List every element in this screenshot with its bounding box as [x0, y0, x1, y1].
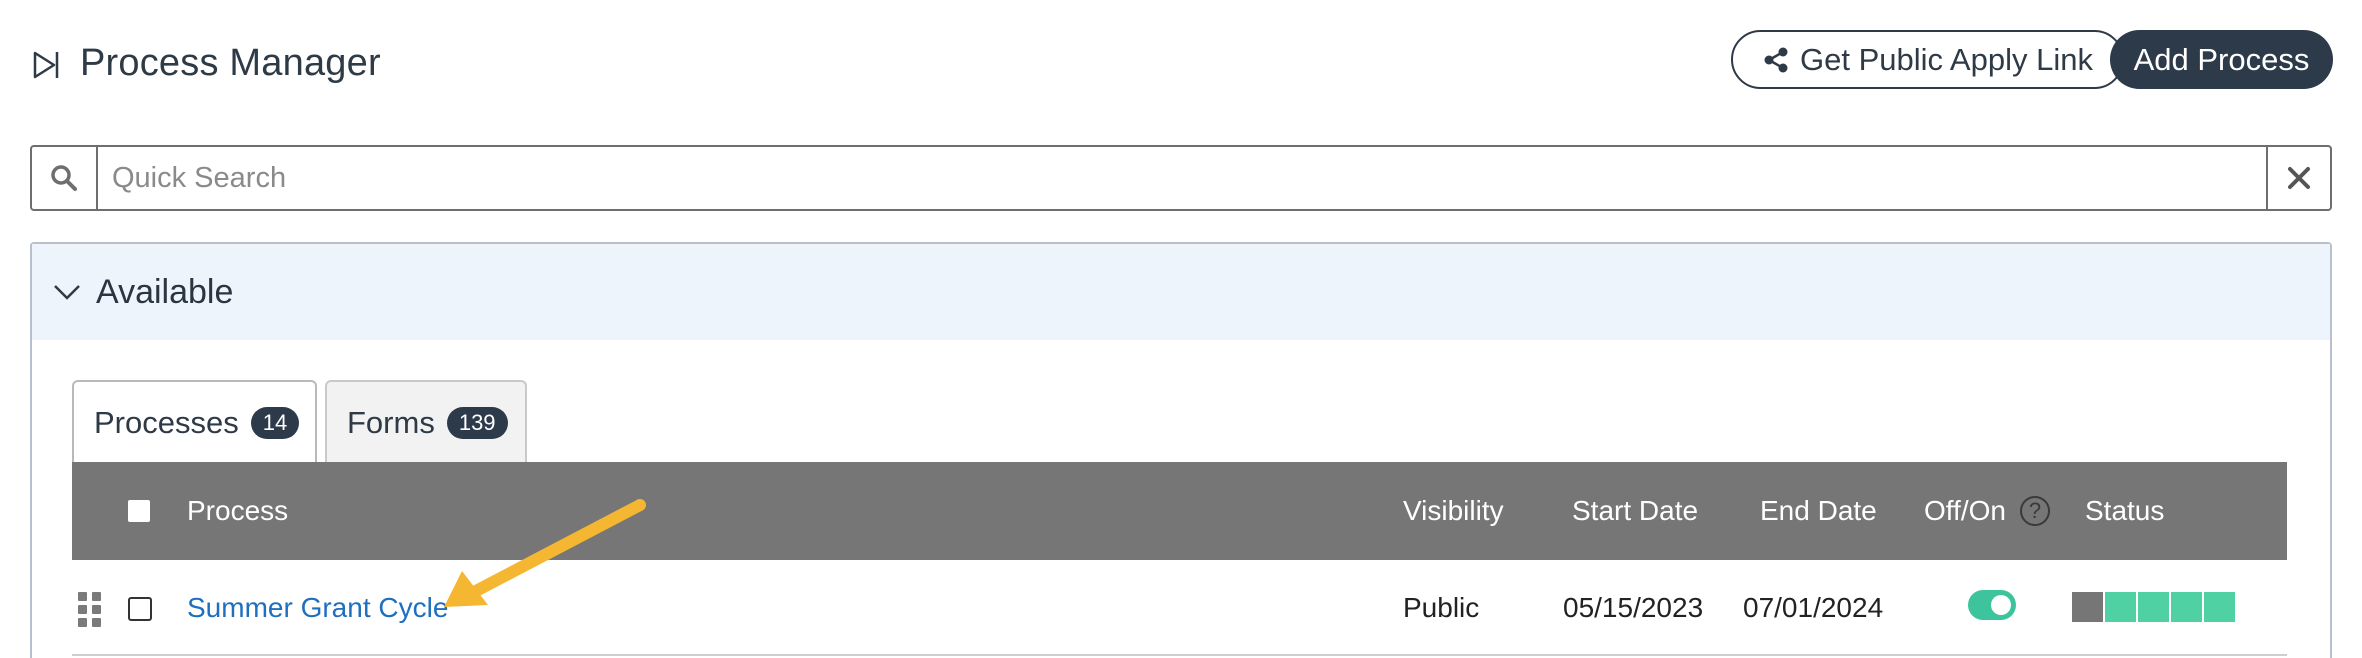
chevron-down-icon[interactable]: [52, 282, 82, 302]
clear-search-button[interactable]: [2266, 147, 2330, 209]
page-header: Process Manager Get Public Apply Link Ad…: [30, 30, 2333, 100]
status-segment: [2105, 592, 2136, 622]
share-icon: [1764, 47, 1788, 72]
end-date-cell: 07/01/2024: [1743, 592, 1884, 623]
forms-count-badge: 139: [446, 407, 508, 439]
status-segment: [2138, 592, 2169, 622]
play-panel-icon[interactable]: [30, 48, 64, 82]
status-segment: [2072, 592, 2103, 622]
column-status[interactable]: Status: [2085, 462, 2164, 560]
start-date-cell: 05/15/2023: [1563, 592, 1704, 623]
panel-title: Available: [96, 272, 234, 311]
add-process-button[interactable]: Add Process: [2110, 30, 2333, 89]
tab-forms-label: Forms: [347, 405, 435, 440]
column-visibility[interactable]: Visibility: [1403, 462, 1504, 560]
status-progress-bar: [2072, 592, 2235, 622]
select-all-checkbox[interactable]: [128, 500, 150, 522]
search-input[interactable]: [98, 147, 2266, 209]
tab-bar: Processes 14 Forms 139: [72, 380, 527, 464]
search-button[interactable]: [32, 147, 98, 209]
available-panel-header[interactable]: Available: [32, 244, 2330, 340]
help-circle-icon[interactable]: ?: [2019, 496, 2050, 526]
available-panel: Available Processes 14 Forms 139 Process…: [30, 242, 2332, 658]
column-off-on-label: Off/On: [1924, 495, 2006, 526]
status-segment: [2171, 592, 2202, 622]
tab-forms[interactable]: Forms 139: [325, 380, 527, 464]
quick-search-bar: [30, 145, 2332, 211]
process-table: Process Visibility Start Date End Date O…: [72, 462, 2287, 656]
search-icon: [51, 165, 77, 191]
row-checkbox[interactable]: [128, 597, 152, 621]
get-public-apply-link-button[interactable]: Get Public Apply Link: [1731, 30, 2124, 89]
visibility-cell: Public: [1403, 592, 1480, 623]
page-title: Process Manager: [80, 42, 381, 84]
tab-processes-label: Processes: [94, 405, 239, 440]
process-link[interactable]: Summer Grant Cycle: [187, 560, 448, 656]
table-row: Summer Grant Cycle Public 05/15/2023 07/…: [72, 560, 2287, 656]
column-process[interactable]: Process: [187, 462, 288, 560]
processes-count-badge: 14: [250, 407, 300, 439]
column-end-date[interactable]: End Date: [1760, 462, 1877, 560]
table-header: Process Visibility Start Date End Date O…: [72, 462, 2287, 560]
column-off-on: Off/On ?: [1924, 462, 2050, 560]
enabled-toggle[interactable]: [1968, 590, 2016, 620]
annotation-arrow: [444, 499, 646, 607]
column-start-date[interactable]: Start Date: [1572, 462, 1698, 560]
status-segment: [2204, 592, 2235, 622]
drag-handle-icon[interactable]: [78, 592, 102, 627]
get-public-apply-link-label: Get Public Apply Link: [1800, 41, 2093, 77]
tab-processes[interactable]: Processes 14: [72, 380, 317, 464]
close-icon: [2288, 167, 2310, 189]
